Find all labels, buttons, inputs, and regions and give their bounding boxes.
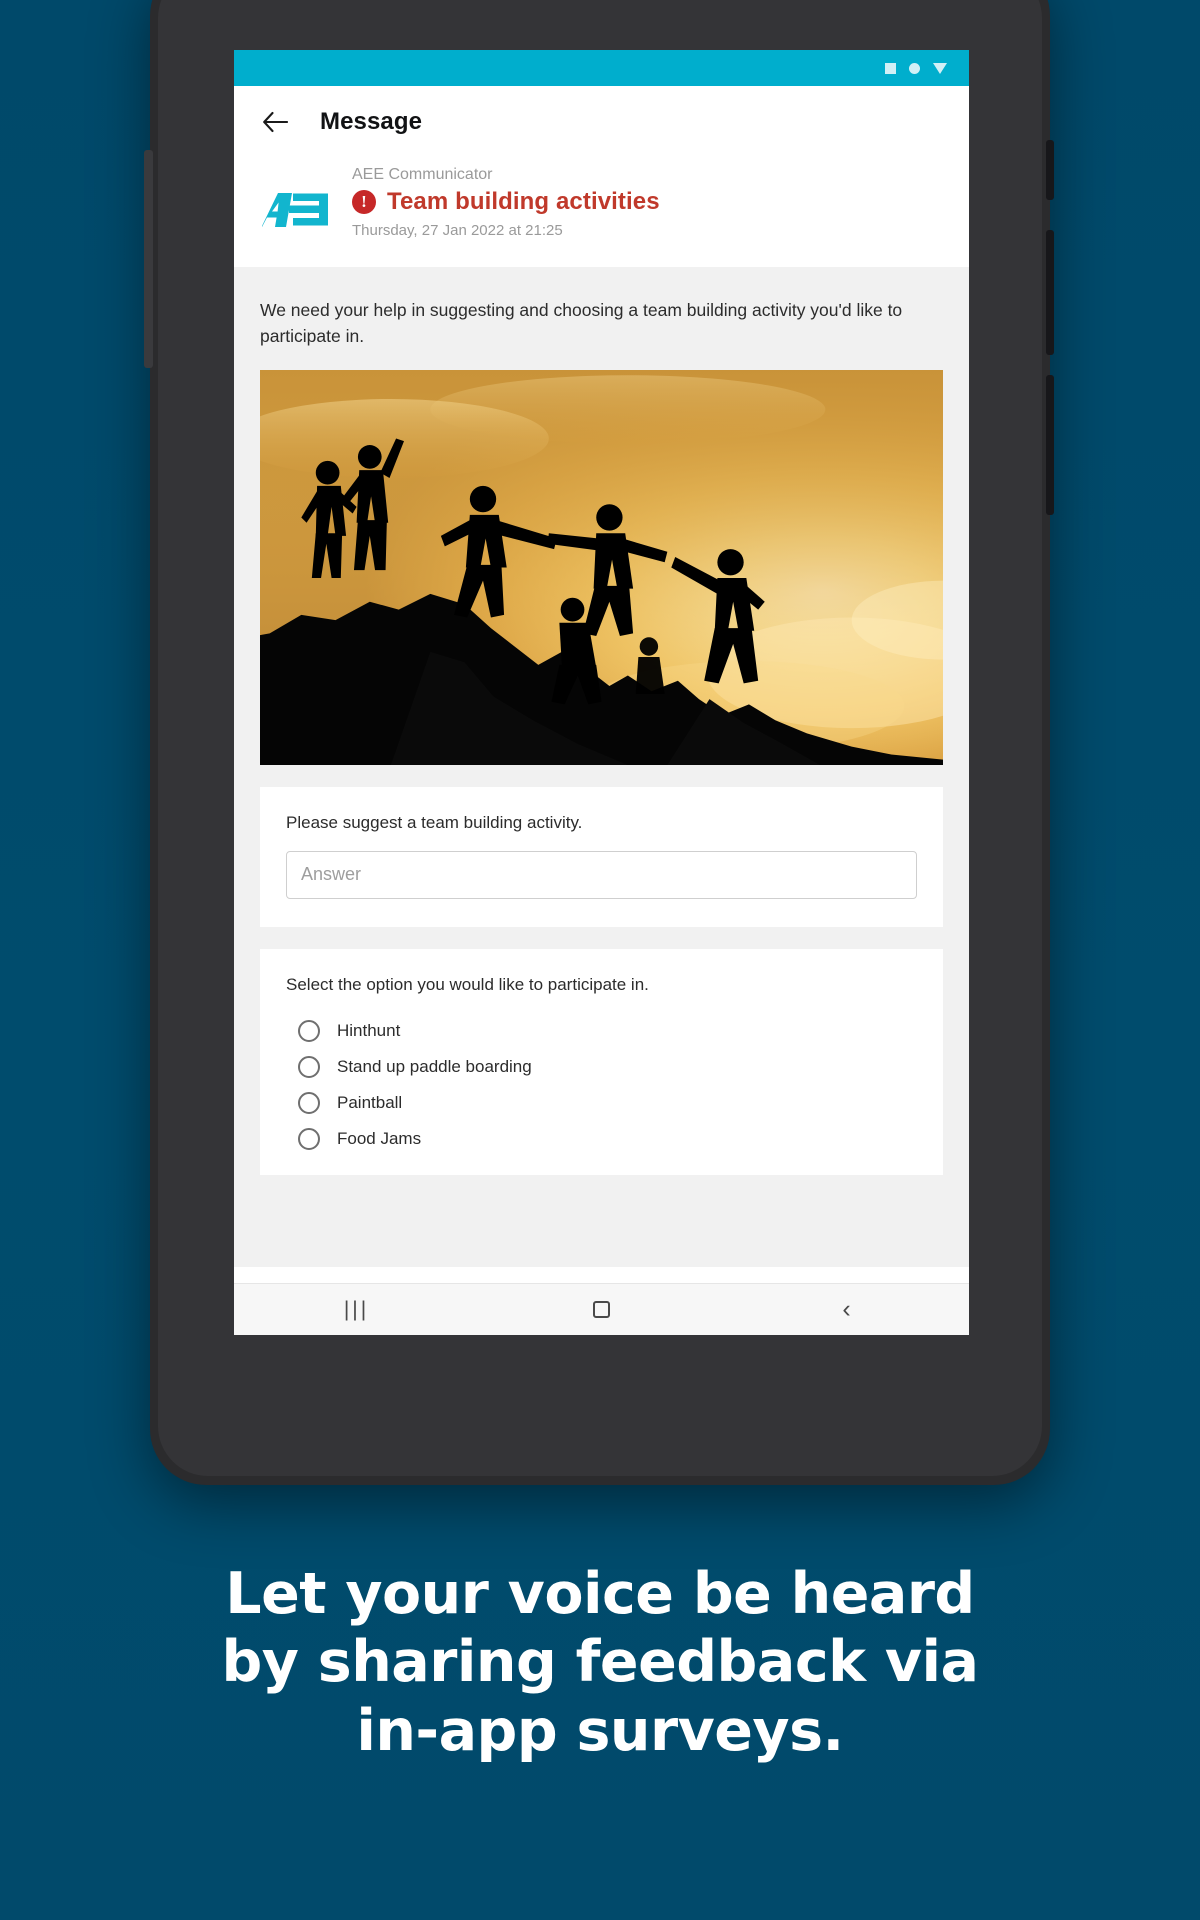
radio-option[interactable]: Stand up paddle boarding [286,1049,917,1085]
radio-option[interactable]: Hinthunt [286,1013,917,1049]
nav-back-button[interactable]: ‹ [724,1297,969,1322]
chevron-left-icon: ‹ [842,1295,851,1323]
square-icon [885,62,896,74]
recents-icon: ||| [343,1297,370,1321]
side-button-middle[interactable] [1046,230,1054,355]
survey-question-text: Please suggest a team building activity. [286,812,583,832]
nav-recents-button[interactable]: ||| [234,1298,479,1322]
marketing-caption: Let your voice be heard by sharing feedb… [0,1560,1200,1765]
home-square-icon [593,1301,610,1318]
android-nav-bar: ||| ‹ [234,1283,969,1335]
message-timestamp: Thursday, 27 Jan 2022 at 21:25 [352,222,563,239]
message-body: We need your help in suggesting and choo… [234,267,969,1267]
survey-choice-card: Select the option you would like to part… [260,948,943,1175]
device-screen: Message AEE Communicator ! Team building… [234,50,969,1335]
status-bar [234,50,969,86]
side-button-bottom[interactable] [1046,375,1054,515]
volume-button[interactable] [144,150,153,368]
back-arrow-icon[interactable] [258,105,292,139]
radio-button-icon[interactable] [298,1019,320,1042]
radio-option-label: Hinthunt [337,1020,401,1040]
caption-line-2: by sharing feedback via [221,1629,979,1696]
triangle-down-icon [933,62,947,74]
radio-option-label: Food Jams [337,1128,422,1148]
aee-logo [261,166,338,235]
dot-icon [909,62,920,74]
answer-input[interactable] [286,850,917,899]
radio-button-icon[interactable] [298,1055,320,1078]
radio-option-label: Stand up paddle boarding [337,1056,532,1076]
message-hero-image [260,369,943,765]
priority-alert-icon: ! [352,190,376,214]
page-title: Message [320,108,423,135]
radio-button-icon[interactable] [298,1127,320,1150]
message-body-text: We need your help in suggesting and choo… [260,300,903,347]
caption-line-3: in-app surveys. [356,1697,844,1764]
side-button-top[interactable] [1046,140,1054,200]
radio-option[interactable]: Food Jams [286,1121,917,1157]
app-bar: Message [234,86,969,158]
radio-option-label: Paintball [337,1092,403,1112]
subject-row: ! Team building activities [352,188,945,216]
survey-choice-question: Select the option you would like to part… [286,974,649,994]
caption-line-1: Let your voice be heard [225,1561,975,1627]
radio-option[interactable]: Paintball [286,1085,917,1121]
radio-button-icon[interactable] [298,1091,320,1114]
nav-home-button[interactable] [479,1301,724,1318]
message-subject: Team building activities [387,188,660,215]
sender-name: AEE Communicator [352,166,493,183]
message-header: AEE Communicator ! Team building activit… [234,158,969,267]
survey-text-card: Please suggest a team building activity. [260,786,943,927]
